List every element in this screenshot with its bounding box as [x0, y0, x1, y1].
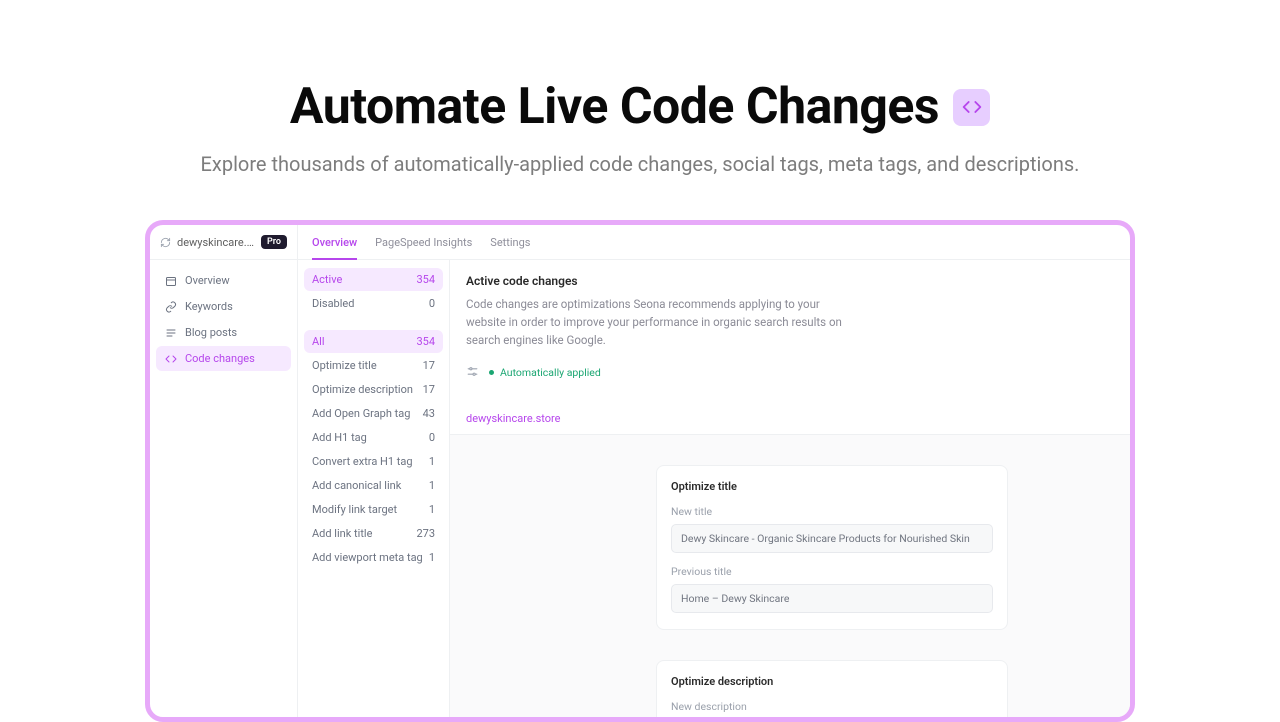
app-window: dewyskincare.st... Pro Overview PageSpee…: [145, 220, 1135, 722]
hero-title: Automate Live Code Changes: [290, 78, 939, 136]
refresh-icon: [160, 233, 171, 252]
section-title: Active code changes: [466, 274, 1114, 288]
category-item[interactable]: Modify link target 1: [304, 498, 443, 521]
category-count: 1: [429, 503, 435, 516]
category-label: Optimize description: [312, 383, 413, 396]
category-label: Add viewport meta tag: [312, 551, 423, 564]
category-item[interactable]: Add canonical link 1: [304, 474, 443, 497]
main-content: Active code changes Code changes are opt…: [450, 260, 1130, 717]
code-icon: [953, 89, 990, 126]
category-count: 354: [416, 335, 435, 348]
optimize-description-card: Optimize description New description Dis…: [656, 660, 1008, 717]
hero-subtitle: Explore thousands of automatically-appli…: [0, 152, 1280, 176]
tab-pagespeed[interactable]: PageSpeed Insights: [375, 225, 472, 259]
sidebar-item-label: Overview: [185, 274, 230, 287]
category-all[interactable]: All 354: [304, 330, 443, 353]
previous-title-label: Previous title: [671, 565, 993, 578]
new-title-label: New title: [671, 505, 993, 518]
category-item[interactable]: Optimize description 17: [304, 378, 443, 401]
category-count: 0: [429, 431, 435, 444]
category-label: Optimize title: [312, 359, 377, 372]
link-icon: [164, 300, 177, 313]
category-label: Add canonical link: [312, 479, 401, 492]
auto-applied-label: Automatically applied: [500, 366, 601, 379]
sliders-icon[interactable]: [466, 363, 479, 382]
pro-badge: Pro: [261, 235, 287, 249]
sidebar-item-label: Keywords: [185, 300, 233, 313]
section-description: Code changes are optimizations Seona rec…: [466, 296, 846, 349]
sidebar: Overview Keywords Blog posts Code change…: [150, 260, 298, 717]
site-name: dewyskincare.st...: [177, 236, 255, 249]
tab-overview[interactable]: Overview: [312, 225, 357, 259]
auto-applied-badge: Automatically applied: [489, 366, 601, 379]
category-count: 17: [423, 383, 435, 396]
category-item[interactable]: Add Open Graph tag 43: [304, 402, 443, 425]
category-label: Add H1 tag: [312, 431, 367, 444]
site-selector[interactable]: dewyskincare.st... Pro: [150, 225, 298, 259]
list-icon: [164, 326, 177, 339]
category-label: All: [312, 335, 325, 348]
filter-column: Active 354 Disabled 0 All 354 Optimize t…: [298, 260, 450, 717]
category-count: 17: [423, 359, 435, 372]
status-count: 354: [416, 273, 435, 286]
status-label: Disabled: [312, 297, 354, 310]
sidebar-item-keywords[interactable]: Keywords: [156, 294, 291, 319]
code-icon: [164, 352, 177, 365]
category-count: 1: [429, 455, 435, 468]
sidebar-item-label: Code changes: [185, 352, 255, 365]
status-dot-icon: [489, 370, 494, 375]
sidebar-item-label: Blog posts: [185, 326, 237, 339]
card-heading: Optimize title: [671, 480, 993, 493]
new-title-field[interactable]: Dewy Skincare - Organic Skincare Product…: [671, 524, 993, 553]
category-count: 43: [423, 407, 435, 420]
category-label: Add link title: [312, 527, 372, 540]
sidebar-item-blog-posts[interactable]: Blog posts: [156, 320, 291, 345]
status-count: 0: [429, 297, 435, 310]
category-label: Modify link target: [312, 503, 397, 516]
category-item[interactable]: Convert extra H1 tag 1: [304, 450, 443, 473]
category-label: Add Open Graph tag: [312, 407, 410, 420]
new-description-label: New description: [671, 700, 993, 713]
category-count: 1: [429, 551, 435, 564]
category-item[interactable]: Add link title 273: [304, 522, 443, 545]
status-active[interactable]: Active 354: [304, 268, 443, 291]
category-item[interactable]: Add viewport meta tag 1: [304, 546, 443, 569]
category-count: 1: [429, 479, 435, 492]
status-label: Active: [312, 273, 342, 286]
category-label: Convert extra H1 tag: [312, 455, 413, 468]
card-heading: Optimize description: [671, 675, 993, 688]
optimize-title-card: Optimize title New title Dewy Skincare -…: [656, 465, 1008, 630]
category-count: 273: [416, 527, 435, 540]
calendar-icon: [164, 274, 177, 287]
sidebar-item-overview[interactable]: Overview: [156, 268, 291, 293]
site-link[interactable]: dewyskincare.store: [450, 412, 1130, 435]
category-item[interactable]: Optimize title 17: [304, 354, 443, 377]
category-item[interactable]: Add H1 tag 0: [304, 426, 443, 449]
tab-settings[interactable]: Settings: [490, 225, 530, 259]
previous-title-field[interactable]: Home – Dewy Skincare: [671, 584, 993, 613]
status-disabled[interactable]: Disabled 0: [304, 292, 443, 315]
app-header: dewyskincare.st... Pro Overview PageSpee…: [150, 225, 1130, 260]
sidebar-item-code-changes[interactable]: Code changes: [156, 346, 291, 371]
